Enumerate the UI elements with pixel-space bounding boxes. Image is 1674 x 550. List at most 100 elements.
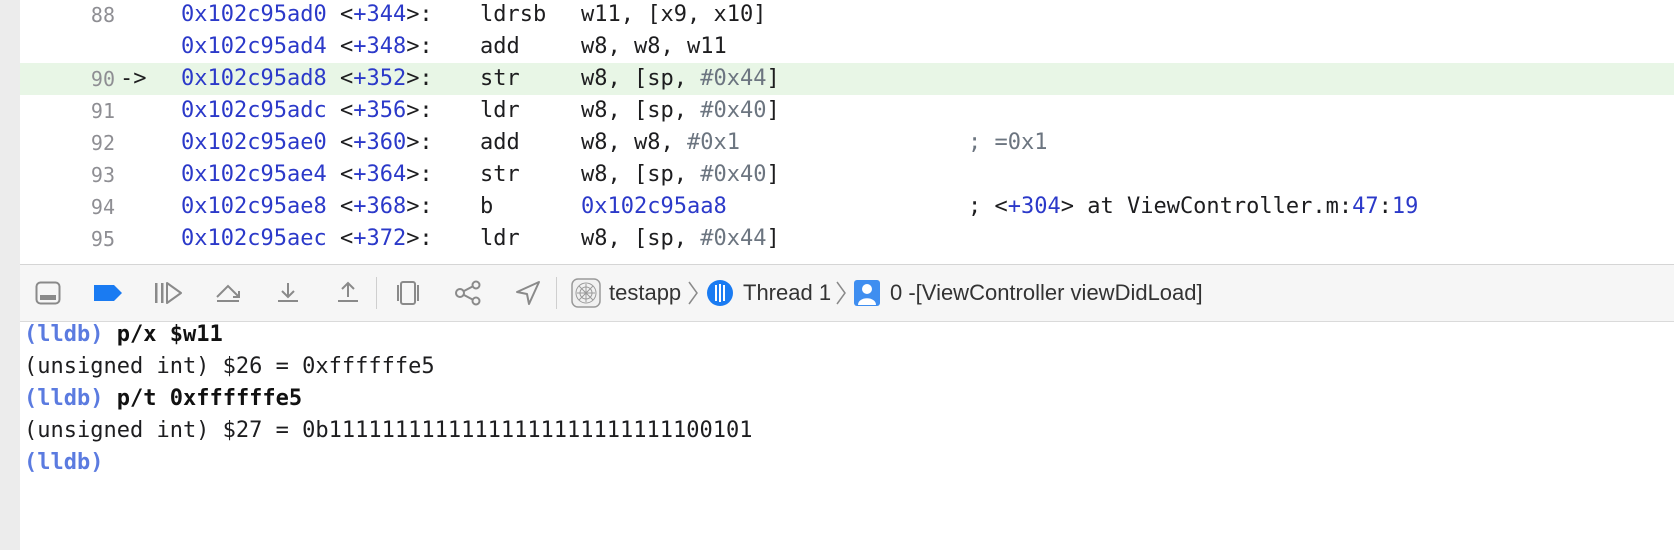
step-over-button[interactable] [212,279,244,307]
address-text: 0x102c95aec [181,226,327,251]
comment-segment: ; =0x1 [968,130,1048,155]
opcode: ldr [480,226,520,251]
breakpoints-toggle-button[interactable] [92,279,124,307]
operands: w11, [x9, x10] [581,0,766,31]
console-output: (unsigned int) $27 = 0b11111111111111111… [24,418,753,443]
disassembly-row[interactable]: 94 0x102c95ae8 <+368>: b 0x102c95aa8 ; <+304… [20,191,1674,223]
debug-memory-graph-button[interactable] [452,279,484,307]
operand-segment: w8, w8, [581,130,687,155]
disassembly-row[interactable]: 95 0x102c95aec <+372>: ldr w8, [sp, #0x44] [20,223,1674,255]
opcode: ldr [480,98,520,123]
operand-segment: ] [766,226,780,251]
line-number: 95 [90,227,115,251]
breadcrumb-thread[interactable]: Thread 1 [743,265,831,321]
comment-segment: : [1378,194,1392,219]
instruction-offset: +372 [353,226,407,251]
continue-button[interactable] [152,279,184,307]
address-text: 0x102c95ae8 [181,194,327,219]
thread-icon [707,280,733,306]
lldb-console[interactable]: (lldb) p/x $w11 (unsigned int) $26 = 0xff… [20,322,1674,550]
disassembly-row[interactable]: 91 0x102c95adc <+356>: ldr w8, [sp, #0x40] [20,95,1674,127]
address-text: 0x102c95adc [181,98,327,123]
instruction-address: 0x102c95aec <+372>: [181,226,433,251]
disassembly-view[interactable]: 88 0x102c95ad0 <+344>: ldrsb w11, [x9, x10]… [20,0,1674,264]
current-instruction-row[interactable]: 90 -> 0x102c95ad8 <+352>: str w8, [sp, #0x44… [20,63,1674,95]
view-hierarchy-icon [397,281,419,305]
line-number: 93 [90,163,115,187]
console-toggle-button[interactable] [32,279,64,307]
operands: w8, w8, w11 [581,31,727,63]
console-line: (unsigned int) $26 = 0xffffffe5 [24,350,435,384]
operand-segment: 0x102c95aa8 [581,194,727,219]
console-line: (lldb) p/x $w11 [24,318,223,352]
line-number: 92 [90,131,115,155]
console-output: (unsigned int) $26 = 0xffffffe5 [24,354,435,379]
operand-segment: #0x40 [700,98,767,123]
breadcrumb-app[interactable]: testapp [609,265,681,321]
comment-segment: > at ViewController.m: [1060,194,1353,219]
instruction-address: 0x102c95ae0 <+360>: [181,130,433,155]
comment-segment: 19 [1391,194,1419,219]
console-line: (lldb) p/t 0xffffffe5 [24,382,302,416]
console-line: (unsigned int) $27 = 0b11111111111111111… [24,414,752,448]
opcode: str [480,66,520,91]
thread-breadcrumb-icon-wrap[interactable] [704,279,736,307]
line-number: 90 [90,67,115,91]
address-text: 0x102c95ad0 [181,2,327,27]
instruction-address: 0x102c95ad4 <+348>: [181,34,433,59]
comment-segment: ; < [968,194,1008,219]
step-out-button[interactable] [332,279,364,307]
address-text: 0x102c95ad8 [181,66,327,91]
address-text: 0x102c95ad4 [181,34,327,59]
operands: w8, [sp, #0x44] [581,63,780,95]
operand-segment: w8, [sp, [581,226,701,251]
lldb-command: p/x $w11 [116,322,223,347]
operands: w8, w8, #0x1 [581,127,740,159]
location-arrow-icon [516,281,540,305]
opcode: ldrsb [480,2,547,27]
line-number: 94 [90,195,115,219]
operand-segment: #0x40 [700,162,767,187]
operand-segment: #0x44 [700,66,767,91]
debug-bar: testapp Thread 1 0 -[ViewController view… [20,265,1674,322]
disassembly-row[interactable]: 93 0x102c95ae4 <+364>: str w8, [sp, #0x40] [20,159,1674,191]
instruction-offset: +356 [353,98,407,123]
address-text: 0x102c95ae0 [181,130,327,155]
operand-segment: w8, [sp, [581,162,701,187]
memory-graph-icon [455,280,481,306]
instruction-address: 0x102c95ae8 <+368>: [181,194,433,219]
operand-segment: w11, [x9, x10] [581,2,767,27]
operands: w8, [sp, #0x40] [581,95,780,127]
instruction-offset: +368 [353,194,407,219]
lldb-prompt: (lldb) [24,322,104,347]
toolbar-separator [556,277,557,309]
disassembly-row[interactable]: 0x102c95ad4 <+348>: add w8, w8, w11 [20,31,1674,63]
opcode: add [480,34,520,59]
debug-view-hierarchy-button[interactable] [392,279,424,307]
program-counter-arrow: -> [120,66,147,91]
simulate-location-button[interactable] [512,279,544,307]
instruction-offset: +344 [353,2,407,27]
app-icon [571,278,601,308]
comment-segment: +304 [1007,194,1061,219]
comment-segment: 47 [1352,194,1379,219]
instruction-offset: +348 [353,34,407,59]
operand-segment: ] [766,66,780,91]
app-breadcrumb-icon-wrap[interactable] [570,278,602,308]
instruction-address: 0x102c95adc <+356>: [181,98,433,123]
breakpoint-icon [94,285,122,301]
opcode: b [480,194,494,219]
disassembly-row[interactable]: 92 0x102c95ae0 <+360>: add w8, w8, #0x1 ; =0… [20,127,1674,159]
toolbar-separator [376,277,377,309]
chevron-right-icon [688,281,698,305]
operands: 0x102c95aa8 [581,191,727,223]
line-number: 88 [90,3,115,27]
operand-segment: ] [766,162,780,187]
step-over-icon [216,284,240,302]
instruction-comment: ; =0x1 [968,127,1047,159]
disassembly-row[interactable]: 88 0x102c95ad0 <+344>: ldrsb w11, [x9, x10] [20,0,1674,31]
operand-segment: #0x44 [700,226,767,251]
frame-breadcrumb-icon-wrap[interactable] [851,279,883,307]
breadcrumb-frame[interactable]: 0 -[ViewController viewDidLoad] [890,265,1203,321]
step-into-button[interactable] [272,279,304,307]
